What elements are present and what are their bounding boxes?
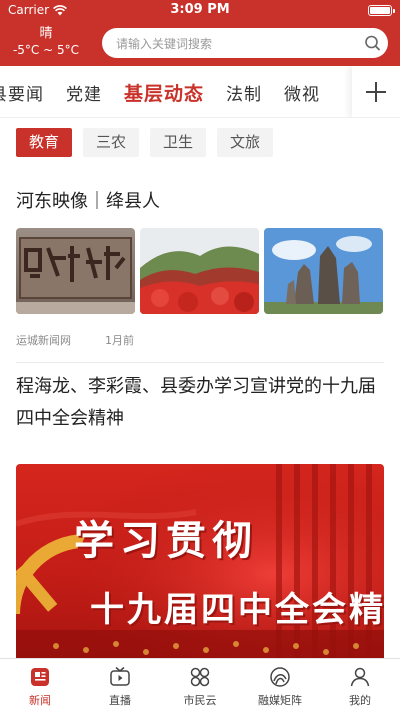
bottom-nav-label: 融媒矩阵: [258, 694, 302, 707]
bottom-nav-live[interactable]: 直播: [80, 659, 160, 710]
search-input[interactable]: 请输入关键词搜索: [102, 35, 358, 52]
channel-tabs: 县要闻 党建 基层动态 法制 微视: [0, 66, 400, 118]
bottom-nav-news[interactable]: 新闻: [0, 659, 80, 710]
tab-grassroots-news[interactable]: 基层动态: [124, 79, 204, 106]
channel-tabs-scroll: 县要闻 党建 基层动态 法制 微视: [0, 66, 342, 117]
weather-condition: 晴: [39, 26, 53, 41]
bottom-nav-label: 直播: [109, 694, 131, 707]
bottom-nav-citizen-cloud[interactable]: 市民云: [160, 659, 240, 710]
app-header: Carrier 3:09 PM 晴 -5°C ~ 5°C 请输入关键词搜索: [0, 0, 400, 66]
bottom-nav-label: 我的: [349, 694, 371, 707]
news-banner-image[interactable]: 学习贯彻 十九届四中全会精神: [16, 464, 384, 664]
news-title[interactable]: 程海龙、李彩霞、县委办学习宣讲党的十九届四中全会精神: [16, 371, 384, 435]
news-icon: [28, 665, 52, 689]
tab-party-building[interactable]: 党建: [66, 80, 102, 105]
news-feed: 河东映像｜绛县人 运城新闻网 1月前 程海龙、李彩霞、县委办学习宣讲党的十九届四…: [16, 180, 384, 435]
media-matrix-icon: [268, 665, 292, 689]
weather-temperature: -5°C ~ 5°C: [12, 43, 80, 57]
divider: [16, 362, 384, 363]
news-source: 运城新闻网: [16, 334, 71, 347]
plus-icon[interactable]: [352, 66, 400, 117]
stone-inscription-photo[interactable]: [16, 228, 135, 314]
banner-slogan-line1: 学习贯彻: [74, 517, 258, 564]
live-tv-icon: [108, 665, 132, 689]
tab-legal[interactable]: 法制: [226, 80, 262, 105]
news-item[interactable]: 程海龙、李彩霞、县委办学习宣讲党的十九届四中全会精神: [16, 371, 384, 435]
bottom-navigation: 新闻 直播 市民云 融媒矩阵 我的: [0, 658, 400, 710]
news-meta: 运城新闻网 1月前: [16, 332, 384, 348]
statue-group-photo[interactable]: [264, 228, 383, 314]
status-time: 3:09 PM: [170, 2, 230, 17]
sub-category-bar: 教育 三农 卫生 文旅: [16, 128, 274, 157]
bottom-nav-label: 新闻: [29, 694, 51, 707]
battery-icon: [368, 5, 395, 16]
search-icon[interactable]: [358, 28, 388, 58]
subcat-culture-tourism[interactable]: 文旅: [217, 128, 274, 157]
news-title[interactable]: 河东映像｜绛县人: [16, 186, 384, 218]
status-bar: Carrier 3:09 PM: [0, 0, 400, 22]
news-image-row: [16, 228, 384, 314]
weather-widget[interactable]: 晴 -5°C ~ 5°C: [6, 25, 86, 59]
user-icon: [348, 665, 372, 689]
banner-slogan-line2: 十九届四中全会精神: [90, 590, 384, 630]
bottom-nav-label: 市民云: [183, 694, 217, 707]
news-item[interactable]: 河东映像｜绛县人 运城新闻网 1月前: [16, 186, 384, 363]
search-bar[interactable]: 请输入关键词搜索: [102, 28, 388, 58]
bottom-nav-media-matrix[interactable]: 融媒矩阵: [240, 659, 320, 710]
subcat-education[interactable]: 教育: [16, 128, 73, 157]
red-autumn-mountain-photo[interactable]: [140, 228, 259, 314]
subcat-health[interactable]: 卫生: [150, 128, 207, 157]
grid-circles-icon: [188, 665, 212, 689]
bottom-nav-profile[interactable]: 我的: [320, 659, 400, 710]
tab-micro-video[interactable]: 微视: [284, 80, 320, 105]
tab-county-news[interactable]: 县要闻: [0, 80, 44, 105]
subcat-agriculture[interactable]: 三农: [83, 128, 140, 157]
news-time: 1月前: [105, 334, 134, 347]
